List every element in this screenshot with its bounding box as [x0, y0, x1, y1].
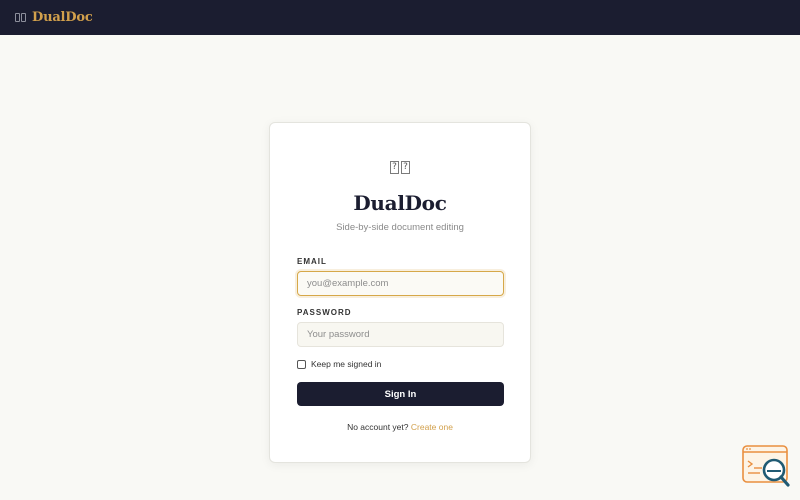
password-field[interactable]: [297, 322, 504, 347]
remember-checkbox[interactable]: [297, 359, 306, 369]
dual-document-icon: ? ?: [270, 161, 530, 174]
remember-me[interactable]: Keep me signed in: [297, 359, 381, 369]
email-label: EMAIL: [297, 257, 327, 266]
login-card: ? ? DualDoc Side-by-side document editin…: [269, 122, 531, 463]
create-account-link[interactable]: Create one: [411, 422, 453, 432]
search-code-icon[interactable]: [742, 445, 790, 487]
document-right-icon: ?: [401, 161, 410, 174]
email-field[interactable]: [297, 271, 504, 296]
password-label: PASSWORD: [297, 308, 352, 317]
book-open-icon: [15, 13, 26, 22]
signup-prompt-text: No account yet?: [347, 422, 409, 432]
sign-in-button[interactable]: Sign In: [297, 382, 504, 406]
brand-name[interactable]: DualDoc: [32, 10, 93, 25]
signup-prompt: No account yet? Create one: [270, 422, 530, 432]
card-subtitle: Side-by-side document editing: [336, 222, 464, 233]
document-left-icon: ?: [390, 161, 399, 174]
remember-label: Keep me signed in: [311, 359, 382, 369]
card-title: DualDoc: [353, 191, 447, 215]
top-navbar: DualDoc: [0, 0, 800, 35]
